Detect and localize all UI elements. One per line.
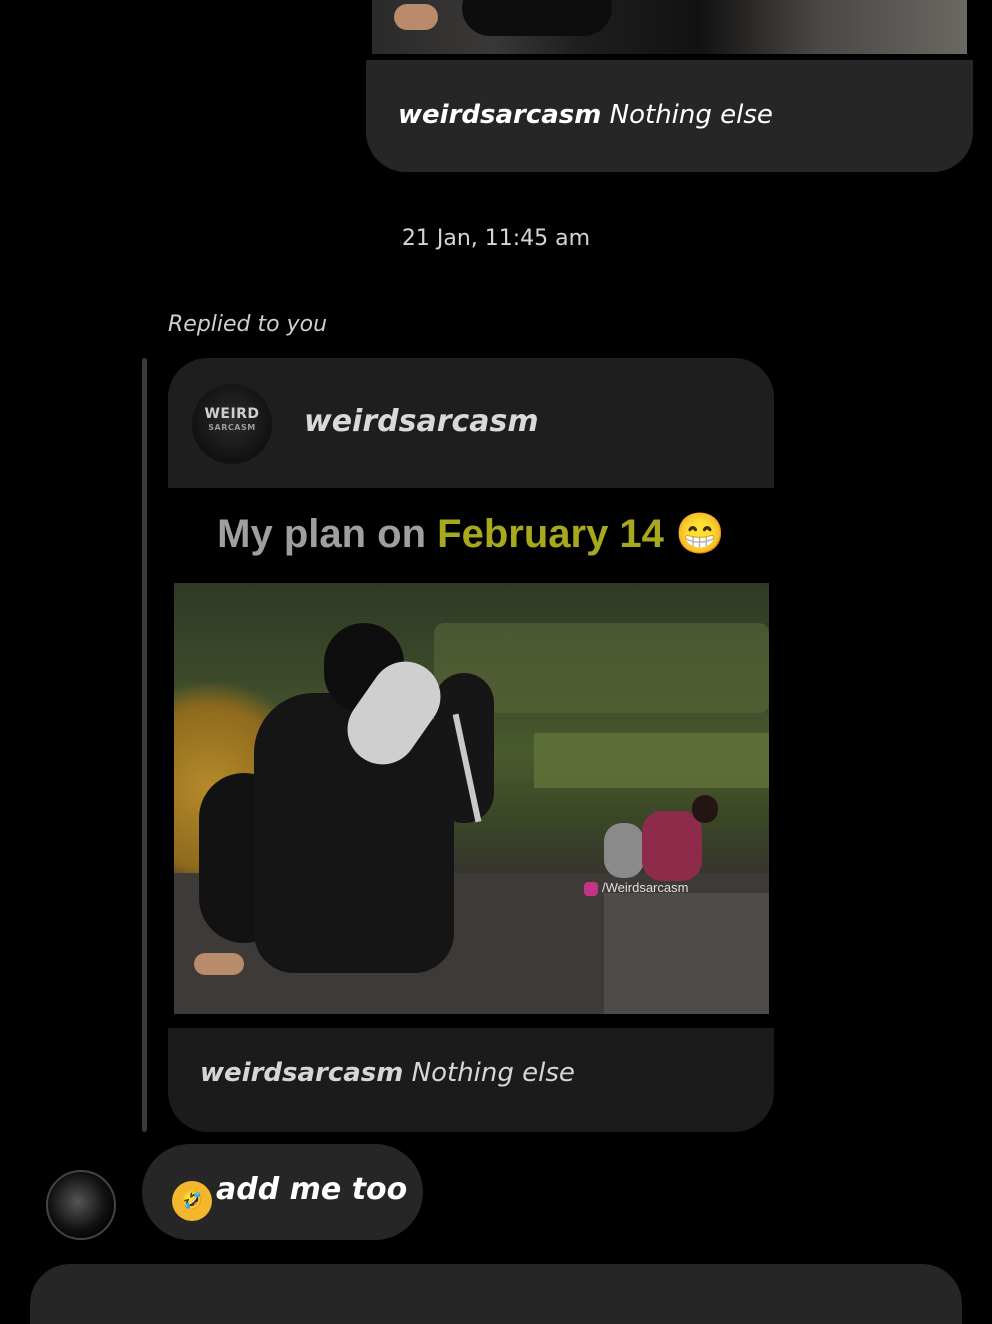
sender-avatar[interactable] [46, 1170, 116, 1240]
quoted-caption-text: Nothing else [411, 1058, 575, 1088]
post-username[interactable]: weirdsarcasm [398, 100, 601, 130]
quoted-post-avatar[interactable]: WEIRD SARCASM [192, 384, 272, 464]
avatar-logo-line2: SARCASM [208, 423, 256, 432]
message-bubble[interactable]: 🤣 add me too [142, 1144, 423, 1240]
quoted-post-header: WEIRD SARCASM weirdsarcasm [168, 358, 774, 488]
replied-label: Replied to you [168, 312, 328, 337]
meme-title: My plan on February 14 😁 [168, 510, 774, 557]
quoted-post-media[interactable]: My plan on February 14 😁 /Weirdsarcasm [168, 488, 774, 1028]
instagram-icon [584, 881, 598, 896]
watermark-text: /Weirdsarcasm [602, 880, 689, 895]
photo-field-2 [534, 733, 769, 788]
photo-couple-woman [604, 823, 644, 878]
photo-couple-head [692, 795, 718, 823]
quoted-caption-username[interactable]: weirdsarcasm [200, 1058, 403, 1088]
message-text: add me too [216, 1172, 408, 1207]
photo-foot [194, 953, 244, 975]
image-shadow [462, 0, 612, 36]
shared-post-image[interactable] [372, 0, 967, 54]
shared-post-caption: weirdsarcasm Nothing else [366, 60, 973, 172]
shared-post-card[interactable]: weirdsarcasm Nothing else [366, 0, 973, 172]
message-composer[interactable] [30, 1264, 962, 1324]
post-caption-text: Nothing else [609, 100, 773, 130]
quoted-post-username[interactable]: weirdsarcasm [304, 404, 539, 439]
quoted-post-card[interactable]: WEIRD SARCASM weirdsarcasm My plan on Fe… [168, 358, 774, 1132]
image-foot [394, 4, 438, 30]
avatar-logo-text: WEIRD SARCASM [192, 406, 272, 434]
photo-rock-edge [604, 893, 769, 1014]
photo-watermark: /Weirdsarcasm [584, 880, 688, 896]
avatar-logo-line1: WEIRD [204, 406, 260, 422]
grin-emoji-icon: 😁 [675, 512, 725, 556]
quoted-post-caption: weirdsarcasm Nothing else [200, 1058, 575, 1088]
message-timestamp: 21 Jan, 11:45 am [401, 226, 591, 251]
rofl-emoji-icon: 🤣 [172, 1181, 212, 1221]
reply-indicator-bar [142, 358, 147, 1132]
meme-photo: /Weirdsarcasm [174, 583, 769, 1014]
meme-title-highlight: February 14 [437, 512, 664, 556]
meme-title-prefix: My plan on [217, 512, 438, 556]
photo-couple-man [642, 811, 702, 881]
